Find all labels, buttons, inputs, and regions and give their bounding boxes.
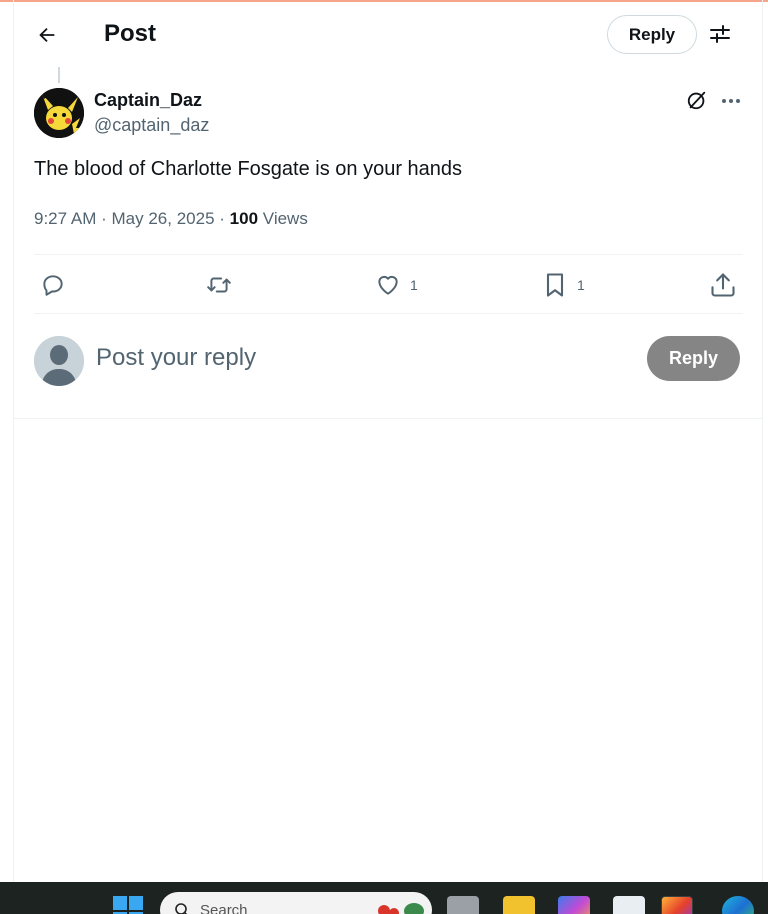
post-text: The blood of Charlotte Fosgate is on you…	[34, 158, 463, 180]
edge-icon[interactable]	[722, 896, 754, 914]
windows-logo-icon	[129, 896, 143, 910]
copilot-icon[interactable]	[558, 896, 590, 914]
windows-start-button[interactable]	[113, 896, 143, 914]
task-view-icon[interactable]	[447, 896, 479, 914]
windows-logo-icon	[113, 896, 127, 910]
default-avatar-icon	[34, 336, 84, 386]
taskbar-search-box[interactable]: Search	[160, 892, 432, 914]
repost-icon	[207, 277, 231, 293]
reply-submit-button[interactable]: Reply	[647, 336, 740, 381]
meta-separator: ·	[101, 209, 107, 228]
grok-icon	[687, 91, 706, 110]
views-label: Views	[262, 209, 308, 228]
more-options-button[interactable]	[720, 92, 742, 110]
post-time[interactable]: 9:27 AM	[34, 209, 96, 228]
like-count: 1	[410, 277, 418, 293]
pikachu-avatar-icon	[34, 88, 84, 138]
post-metadata: 9:27 AM · May 26, 2025 · 100 Views	[34, 209, 308, 229]
like-action-button[interactable]: 1	[374, 270, 418, 300]
bookmark-count: 1	[577, 277, 585, 293]
arrow-left-icon	[39, 27, 55, 43]
current-user-avatar[interactable]	[34, 336, 84, 386]
search-icon	[175, 903, 188, 914]
post-header: Post Reply	[0, 0, 768, 68]
reply-input[interactable]: Post your reply	[96, 344, 596, 372]
divider	[34, 254, 743, 255]
share-action-button[interactable]	[709, 270, 737, 300]
bookmark-action-button[interactable]: 1	[541, 270, 585, 300]
bookmark-icon	[546, 273, 564, 297]
share-icon	[711, 273, 735, 297]
thread-connector-line	[58, 67, 60, 83]
microsoft-store-icon[interactable]	[613, 896, 645, 914]
search-highlight-icon	[378, 903, 424, 914]
ellipsis-icon	[722, 99, 740, 103]
divider	[14, 418, 762, 419]
views-count: 100	[229, 209, 259, 228]
post-date[interactable]: May 26, 2025	[112, 209, 215, 228]
back-button[interactable]	[30, 18, 64, 52]
sliders-icon	[710, 25, 730, 43]
taskbar-search-placeholder: Search	[200, 901, 248, 914]
grok-button[interactable]	[686, 89, 708, 111]
page-title: Post	[104, 20, 157, 47]
reply-action-button[interactable]	[40, 270, 74, 300]
author-display-name[interactable]: Captain_Daz	[94, 90, 202, 111]
repost-action-button[interactable]	[205, 270, 241, 300]
author-handle[interactable]: @captain_daz	[94, 115, 209, 136]
author-avatar[interactable]	[34, 88, 84, 138]
heart-icon	[378, 275, 398, 295]
settings-button[interactable]	[706, 20, 734, 48]
meta-separator: ·	[219, 209, 225, 228]
reply-icon	[43, 275, 63, 296]
windows-taskbar: Search	[0, 882, 768, 914]
firefox-icon[interactable]	[661, 896, 693, 914]
header-reply-button[interactable]: Reply	[607, 15, 697, 54]
divider	[34, 313, 743, 314]
file-explorer-icon[interactable]	[503, 896, 535, 914]
